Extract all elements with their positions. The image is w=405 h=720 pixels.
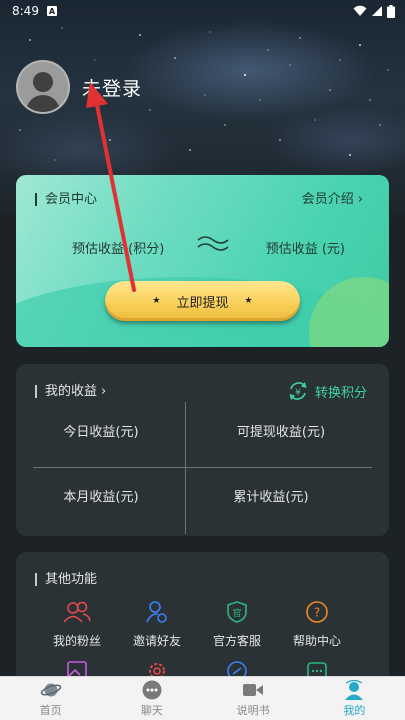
yuan-exchange-icon: ¥ bbox=[289, 382, 307, 400]
battery-icon bbox=[387, 4, 395, 18]
avatar[interactable] bbox=[16, 60, 70, 114]
nav-chat-label: 聊天 bbox=[140, 704, 163, 717]
nav-manual-label: 说明书 bbox=[236, 704, 270, 717]
chat-icon bbox=[142, 680, 162, 700]
chevron-right-icon: › bbox=[101, 384, 107, 399]
my-earnings-title[interactable]: 我的收益 › bbox=[35, 385, 106, 398]
profile-icon bbox=[345, 679, 364, 700]
func-label-fans: 我的粉丝 bbox=[52, 634, 101, 648]
svg-text:?: ? bbox=[314, 606, 320, 620]
svg-text:官: 官 bbox=[232, 607, 241, 619]
earnings-divider-vertical bbox=[185, 402, 186, 534]
today-earnings-label: 今日收益(元) bbox=[63, 425, 139, 440]
status-bar: 8:49 A bbox=[0, 0, 405, 22]
svg-text:¥: ¥ bbox=[295, 388, 301, 398]
func-item-official-service[interactable]: 官 官方客服 bbox=[197, 600, 277, 649]
nav-home-label: 首页 bbox=[39, 704, 62, 717]
planet-icon bbox=[40, 683, 61, 697]
other-functions-title: 其他功能 bbox=[35, 573, 97, 586]
member-intro-link[interactable]: 会员介绍 › bbox=[302, 193, 363, 206]
invite-friend-icon bbox=[146, 601, 167, 623]
convert-points-button[interactable]: ¥ 转换积分 bbox=[287, 380, 367, 402]
func-label-invite: 邀请好友 bbox=[132, 634, 181, 648]
help-icon: ? bbox=[306, 601, 328, 623]
official-service-icon: 官 bbox=[227, 601, 247, 623]
signal-icon bbox=[372, 6, 382, 16]
login-status-text[interactable]: 未登录 bbox=[82, 74, 142, 101]
withdraw-button-label: 立即提现 bbox=[176, 295, 229, 311]
member-intro-label: 会员介绍 bbox=[301, 192, 354, 207]
my-earnings-card: 我的收益 › ¥ 转换积分 今日收益(元) 可提现收益(元) 本月收益(元) 累计… bbox=[16, 364, 389, 536]
chevron-right-icon: › bbox=[357, 192, 363, 207]
nav-manual[interactable]: 说明书 bbox=[203, 677, 304, 720]
func-label-help: 帮助中心 bbox=[292, 634, 341, 648]
estimated-points-label: 预估收益 (积分) bbox=[72, 242, 165, 257]
member-center-title: 会员中心 bbox=[35, 193, 97, 206]
member-center-card: 会员中心 会员介绍 › 预估收益 (积分) 预估收益 (元) ★ 立即提现 ★ bbox=[16, 175, 389, 347]
bottom-nav: 首页 聊天 说明书 我的 bbox=[0, 676, 405, 720]
month-earnings-label: 本月收益(元) bbox=[63, 490, 139, 505]
star-dot-icon: ★ bbox=[244, 296, 253, 306]
nav-mine[interactable]: 我的 bbox=[304, 677, 405, 720]
estimated-yuan-label: 预估收益 (元) bbox=[265, 242, 345, 257]
other-functions-card: 其他功能 我的粉丝 邀请好友 官 官方客服 ? 帮助中心 bbox=[16, 552, 389, 692]
total-earnings-label: 累计收益(元) bbox=[233, 490, 309, 505]
nav-home[interactable]: 首页 bbox=[0, 677, 101, 720]
my-earnings-label: 我的收益 bbox=[45, 384, 98, 399]
star-dot-icon: ★ bbox=[152, 296, 161, 306]
fans-icon bbox=[63, 601, 91, 623]
video-icon bbox=[243, 684, 264, 696]
profile-header[interactable]: 未登录 bbox=[16, 60, 142, 114]
earnings-divider-horizontal bbox=[33, 467, 372, 468]
func-item-help[interactable]: ? 帮助中心 bbox=[277, 600, 357, 649]
nav-chat[interactable]: 聊天 bbox=[101, 677, 202, 720]
func-label-official-service: 官方客服 bbox=[212, 634, 261, 648]
wifi-icon bbox=[353, 5, 367, 16]
func-item-invite[interactable]: 邀请好友 bbox=[117, 600, 197, 649]
convert-points-label: 转换积分 bbox=[314, 385, 367, 401]
nav-mine-label: 我的 bbox=[343, 704, 366, 717]
func-item-fans[interactable]: 我的粉丝 bbox=[37, 600, 117, 649]
notification-badge-icon: A bbox=[46, 6, 57, 16]
withdraw-button[interactable]: ★ 立即提现 ★ bbox=[105, 281, 300, 321]
status-time: 8:49 bbox=[12, 4, 39, 18]
approx-equal-icon bbox=[197, 236, 229, 251]
withdrawable-earnings-label: 可提现收益(元) bbox=[236, 425, 326, 440]
